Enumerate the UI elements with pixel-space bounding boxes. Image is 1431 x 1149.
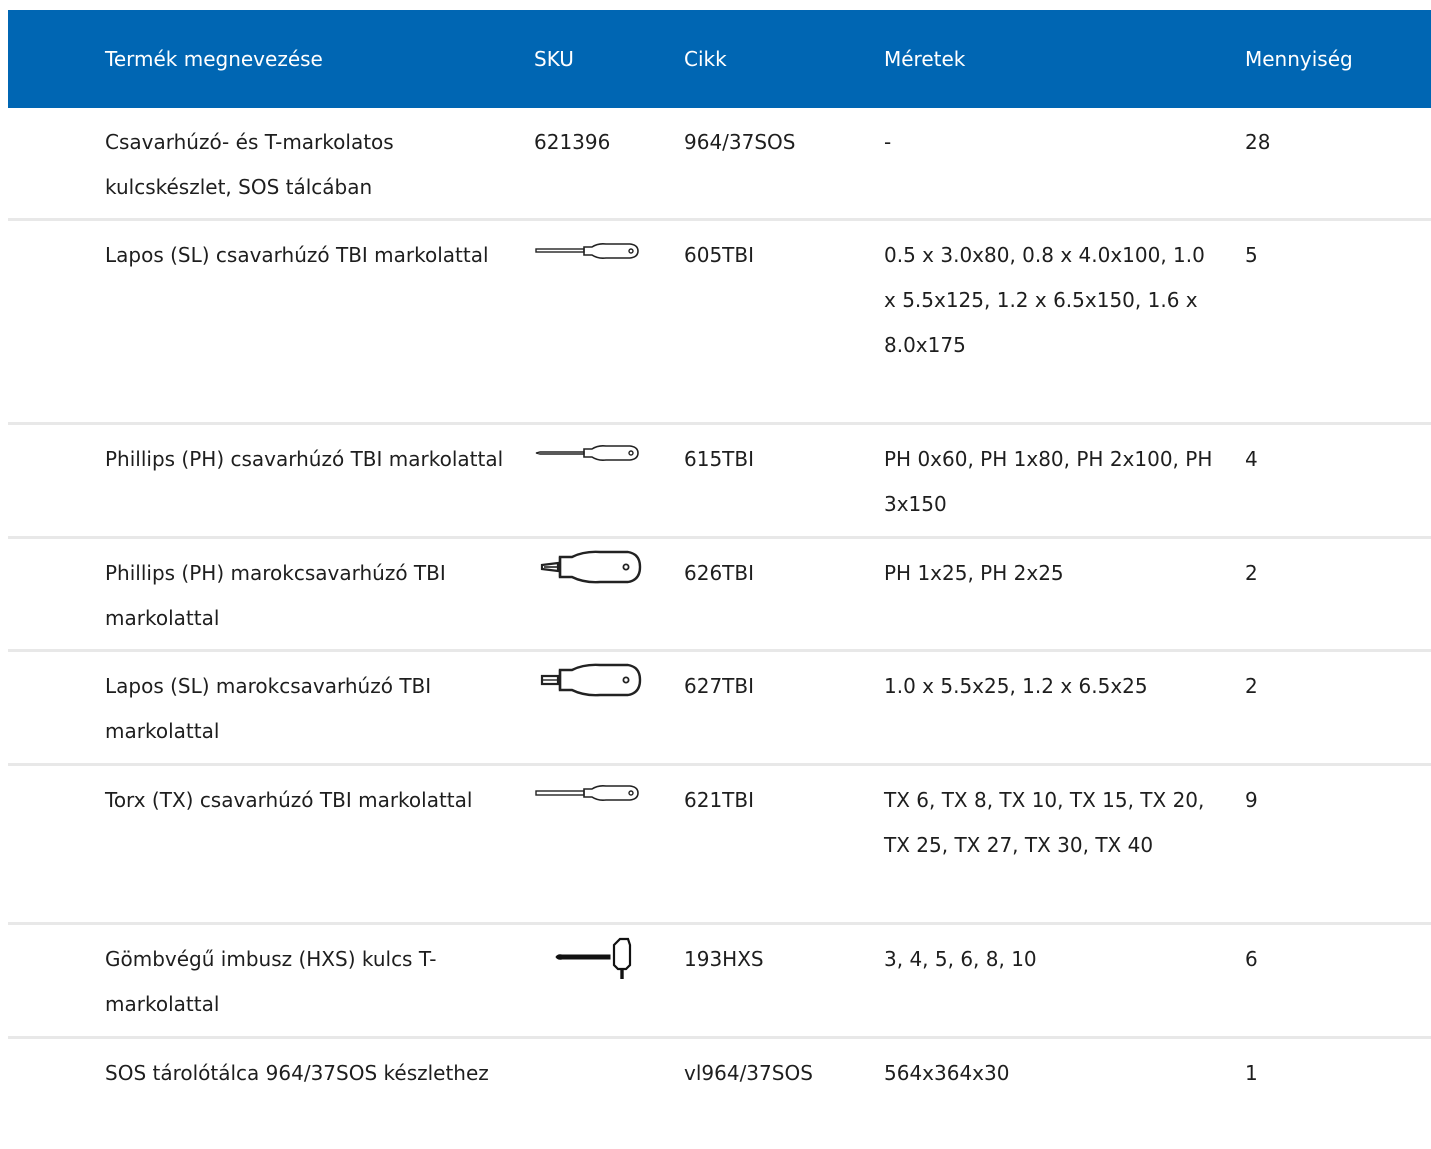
table-row: Gömbvégű imbusz (HXS) kulcs T-markolatta… [8,925,1431,1039]
product-quantity: 2 [1245,561,1258,585]
table-row: Torx (TX) csavarhúzó TBI markolattal 621… [8,766,1431,925]
torx-screwdriver-icon [534,776,640,821]
table-row: Lapos (SL) csavarhúzó TBI markolattal 60… [8,221,1431,425]
product-name: Torx (TX) csavarhúzó TBI markolattal [105,788,473,812]
product-cikk: 605TBI [684,243,755,267]
phillips-screwdriver-icon [534,435,640,480]
product-dimensions: PH 1x25, PH 2x25 [884,561,1064,585]
product-dimensions: TX 6, TX 8, TX 10, TX 15, TX 20, TX 25, … [884,788,1205,857]
product-table: Termék megnevezése SKU Cikk Méretek Menn… [8,10,1431,1149]
stubby-phillips-screwdriver-icon [538,549,644,601]
product-sku: 621396 [534,130,611,154]
product-cikk: 621TBI [684,788,755,812]
product-name: Csavarhúzó- és T-markolatos kulcskészlet… [105,130,394,199]
table-row: Csavarhúzó- és T-markolatos kulcskészlet… [8,108,1431,221]
product-quantity: 9 [1245,788,1258,812]
product-cikk: 615TBI [684,447,755,471]
t-handle-hex-key-icon [552,935,642,1001]
product-dimensions: - [884,130,892,154]
product-quantity: 4 [1245,447,1258,471]
product-quantity: 2 [1245,674,1258,698]
product-name: Gömbvégű imbusz (HXS) kulcs T-markolatta… [105,947,437,1016]
header-name: Termék megnevezése [105,47,323,71]
header-sku: SKU [534,47,574,71]
product-name: Phillips (PH) csavarhúzó TBI markolattal [105,447,504,471]
product-cikk: 964/37SOS [684,130,796,154]
product-cikk: 627TBI [684,674,755,698]
table-row: Phillips (PH) marokcsavarhúzó TBI markol… [8,539,1431,652]
product-name: Phillips (PH) marokcsavarhúzó TBI markol… [105,561,446,630]
product-dimensions: 1.0 x 5.5x25, 1.2 x 6.5x25 [884,674,1148,698]
product-dimensions: PH 0x60, PH 1x80, PH 2x100, PH 3x150 [884,447,1213,516]
table-row: Phillips (PH) csavarhúzó TBI markolattal… [8,425,1431,539]
table-row: Lapos (SL) marokcsavarhúzó TBI markolatt… [8,652,1431,766]
product-dimensions: 564x364x30 [884,1061,1010,1085]
product-cikk: 193HXS [684,947,764,971]
table-header: Termék megnevezése SKU Cikk Méretek Menn… [8,10,1431,108]
product-dimensions: 0.5 x 3.0x80, 0.8 x 4.0x100, 1.0 x 5.5x1… [884,243,1205,357]
product-cikk: vl964/37SOS [684,1061,813,1085]
header-quantity: Mennyiség [1245,47,1353,71]
product-quantity: 28 [1245,130,1271,154]
header-dimensions: Méretek [884,47,966,71]
product-name: Lapos (SL) csavarhúzó TBI markolattal [105,243,489,267]
product-quantity: 6 [1245,947,1258,971]
product-quantity: 1 [1245,1061,1258,1085]
product-name: Lapos (SL) marokcsavarhúzó TBI markolatt… [105,674,432,743]
product-quantity: 5 [1245,243,1258,267]
stubby-slotted-screwdriver-icon [538,662,644,714]
product-name: SOS tárolótálca 964/37SOS készlethez [105,1061,489,1085]
slotted-screwdriver-icon [534,233,640,278]
product-cikk: 626TBI [684,561,755,585]
header-cikk: Cikk [684,47,727,71]
product-dimensions: 3, 4, 5, 6, 8, 10 [884,947,1037,971]
table-row: SOS tárolótálca 964/37SOS készlethez vl9… [8,1039,1431,1149]
